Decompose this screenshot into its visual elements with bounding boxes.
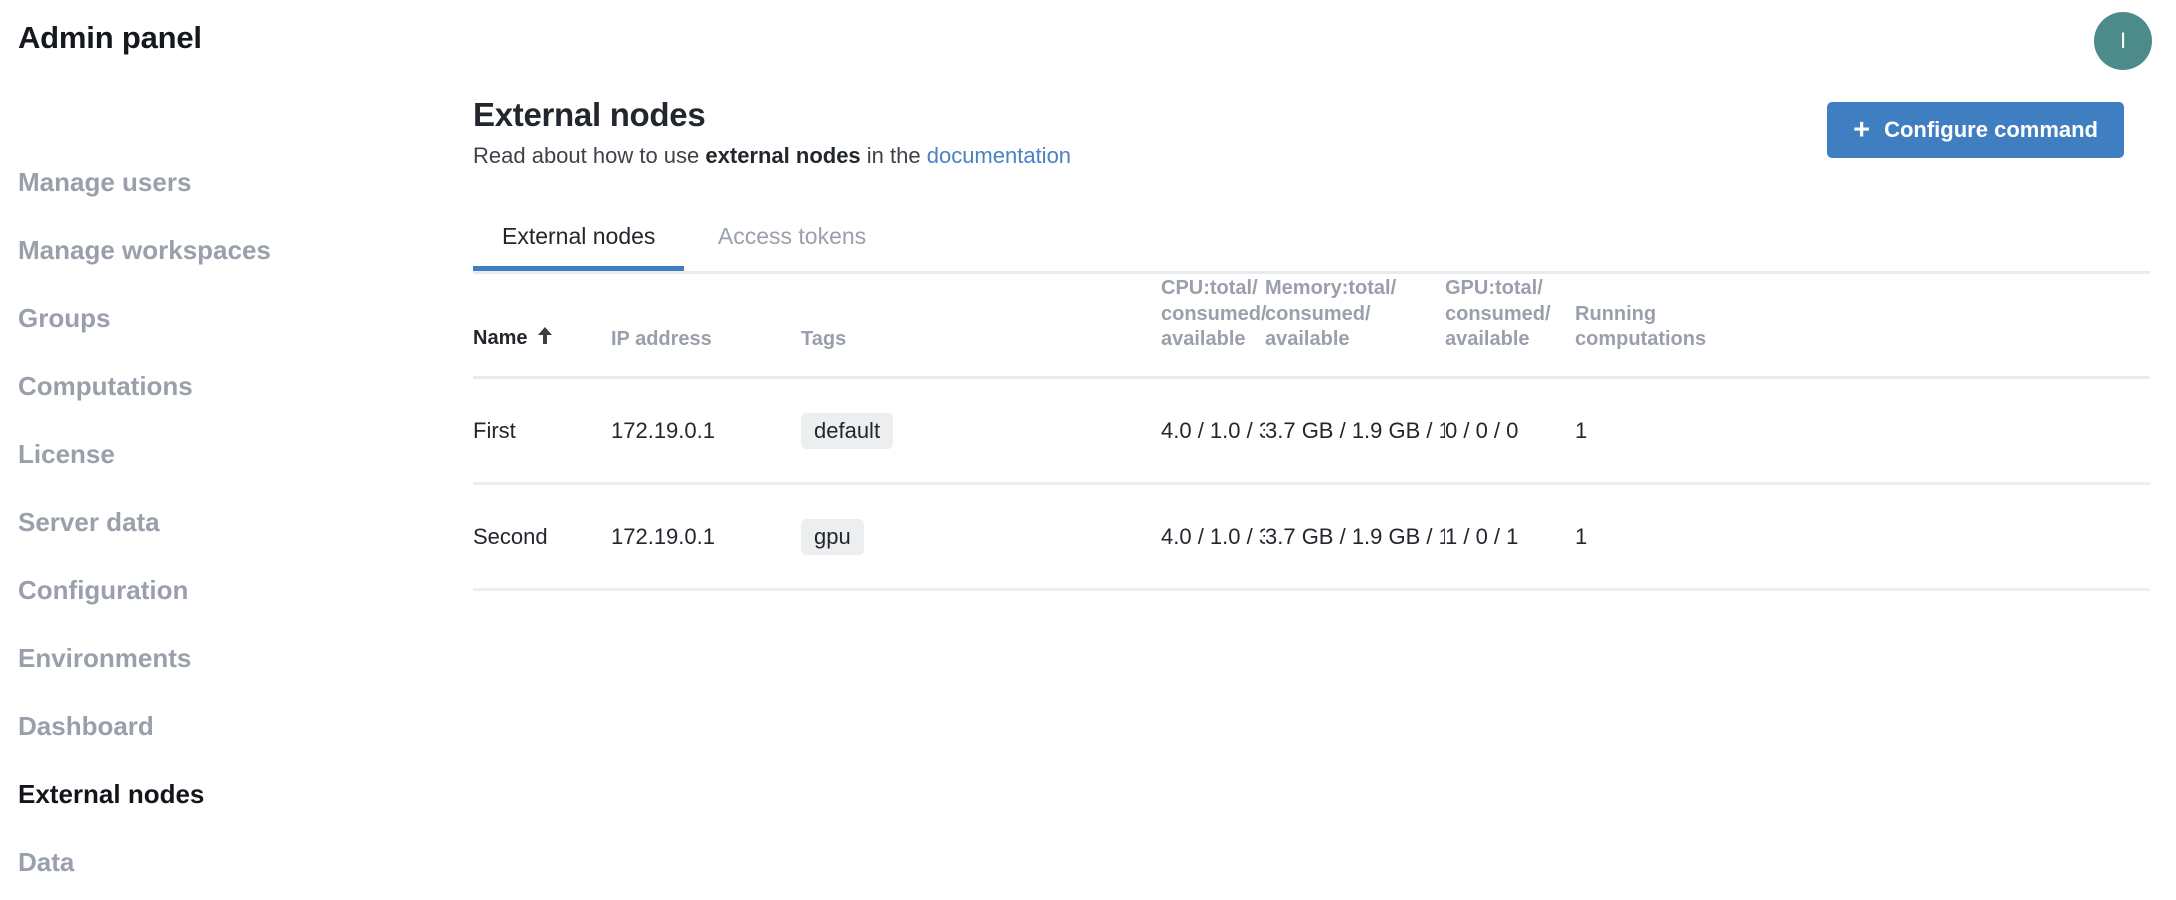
column-header-cpu[interactable]: CPU:total/ consumed/ available — [1161, 276, 1267, 376]
cell-name: Second — [473, 523, 548, 549]
cell-ip-address: 172.19.0.1 — [611, 417, 715, 443]
sidebar-item-groups[interactable]: Groups — [0, 284, 460, 352]
cell-running-computations: 1 — [1575, 417, 1588, 443]
cell-cpu: 4.0 / 1.0 / 3. — [1161, 417, 1265, 443]
tab-external-nodes[interactable]: External nodes — [473, 212, 684, 271]
configure-command-button[interactable]: + Configure command — [1827, 102, 2124, 158]
sidebar-item-external-nodes[interactable]: External nodes — [0, 760, 460, 828]
plus-icon: + — [1853, 113, 1871, 146]
column-header-running-computations[interactable]: Running computations — [1575, 302, 1715, 376]
cell-memory: 3.7 GB / 1.9 GB / 1.9 — [1265, 417, 1445, 443]
page-title: Admin panel — [18, 20, 202, 55]
cell-memory: 3.7 GB / 1.9 GB / 1.9 — [1265, 523, 1445, 549]
sidebar-item-computations[interactable]: Computations — [0, 352, 460, 420]
table-row[interactable]: First 172.19.0.1 default 4.0 / 1.0 / 3. … — [473, 379, 2150, 485]
tab-bar: External nodes Access tokens — [473, 212, 2150, 274]
cell-name: First — [473, 417, 516, 443]
column-header-gpu[interactable]: GPU:total/ consumed/ available — [1445, 276, 1575, 376]
documentation-link[interactable]: documentation — [927, 143, 1071, 168]
admin-panel-page: Admin panel I Manage users Manage worksp… — [0, 0, 2176, 900]
sidebar-item-manage-users[interactable]: Manage users — [0, 148, 460, 216]
configure-command-label: Configure command — [1884, 117, 2098, 142]
subtitle-middle: in the — [860, 143, 927, 168]
main-content: External nodes Read about how to use ext… — [473, 96, 2150, 591]
tag-badge: gpu — [801, 518, 864, 555]
sidebar-item-configuration[interactable]: Configuration — [0, 556, 460, 624]
column-header-tags[interactable]: Tags — [801, 327, 1161, 376]
cell-gpu: 0 / 0 / 0 — [1445, 417, 1519, 443]
cell-cpu: 4.0 / 1.0 / 3. — [1161, 523, 1265, 549]
external-nodes-table: Name IP address Tags CPU:total/ consumed… — [473, 274, 2150, 591]
sidebar: Manage users Manage workspaces Groups Co… — [0, 148, 460, 896]
subtitle-emphasis: external nodes — [705, 143, 861, 168]
subtitle-prefix: Read about how to use — [473, 143, 706, 168]
cell-ip-address: 172.19.0.1 — [611, 523, 715, 549]
sidebar-item-license[interactable]: License — [0, 420, 460, 488]
cell-tags: default — [801, 412, 1161, 449]
tab-access-tokens[interactable]: Access tokens — [689, 212, 895, 271]
column-header-memory[interactable]: Memory:total/ consumed/ available — [1265, 276, 1445, 376]
avatar[interactable]: I — [2094, 12, 2152, 70]
table-row[interactable]: Second 172.19.0.1 gpu 4.0 / 1.0 / 3. 3.7… — [473, 485, 2150, 591]
sidebar-item-dashboard[interactable]: Dashboard — [0, 692, 460, 760]
cell-gpu: 1 / 0 / 1 — [1445, 523, 1519, 549]
cell-running-computations: 1 — [1575, 523, 1588, 549]
table-header-row: Name IP address Tags CPU:total/ consumed… — [473, 274, 2150, 379]
tag-badge: default — [801, 412, 894, 449]
arrow-up-icon — [536, 325, 554, 353]
sidebar-item-manage-workspaces[interactable]: Manage workspaces — [0, 216, 460, 284]
column-header-name-label: Name — [473, 327, 528, 350]
sidebar-item-server-data[interactable]: Server data — [0, 488, 460, 556]
sidebar-item-data[interactable]: Data — [0, 828, 460, 896]
column-header-name[interactable]: Name — [473, 325, 611, 376]
cell-tags: gpu — [801, 518, 1161, 555]
column-header-ip-address[interactable]: IP address — [611, 327, 801, 376]
sidebar-item-environments[interactable]: Environments — [0, 624, 460, 692]
